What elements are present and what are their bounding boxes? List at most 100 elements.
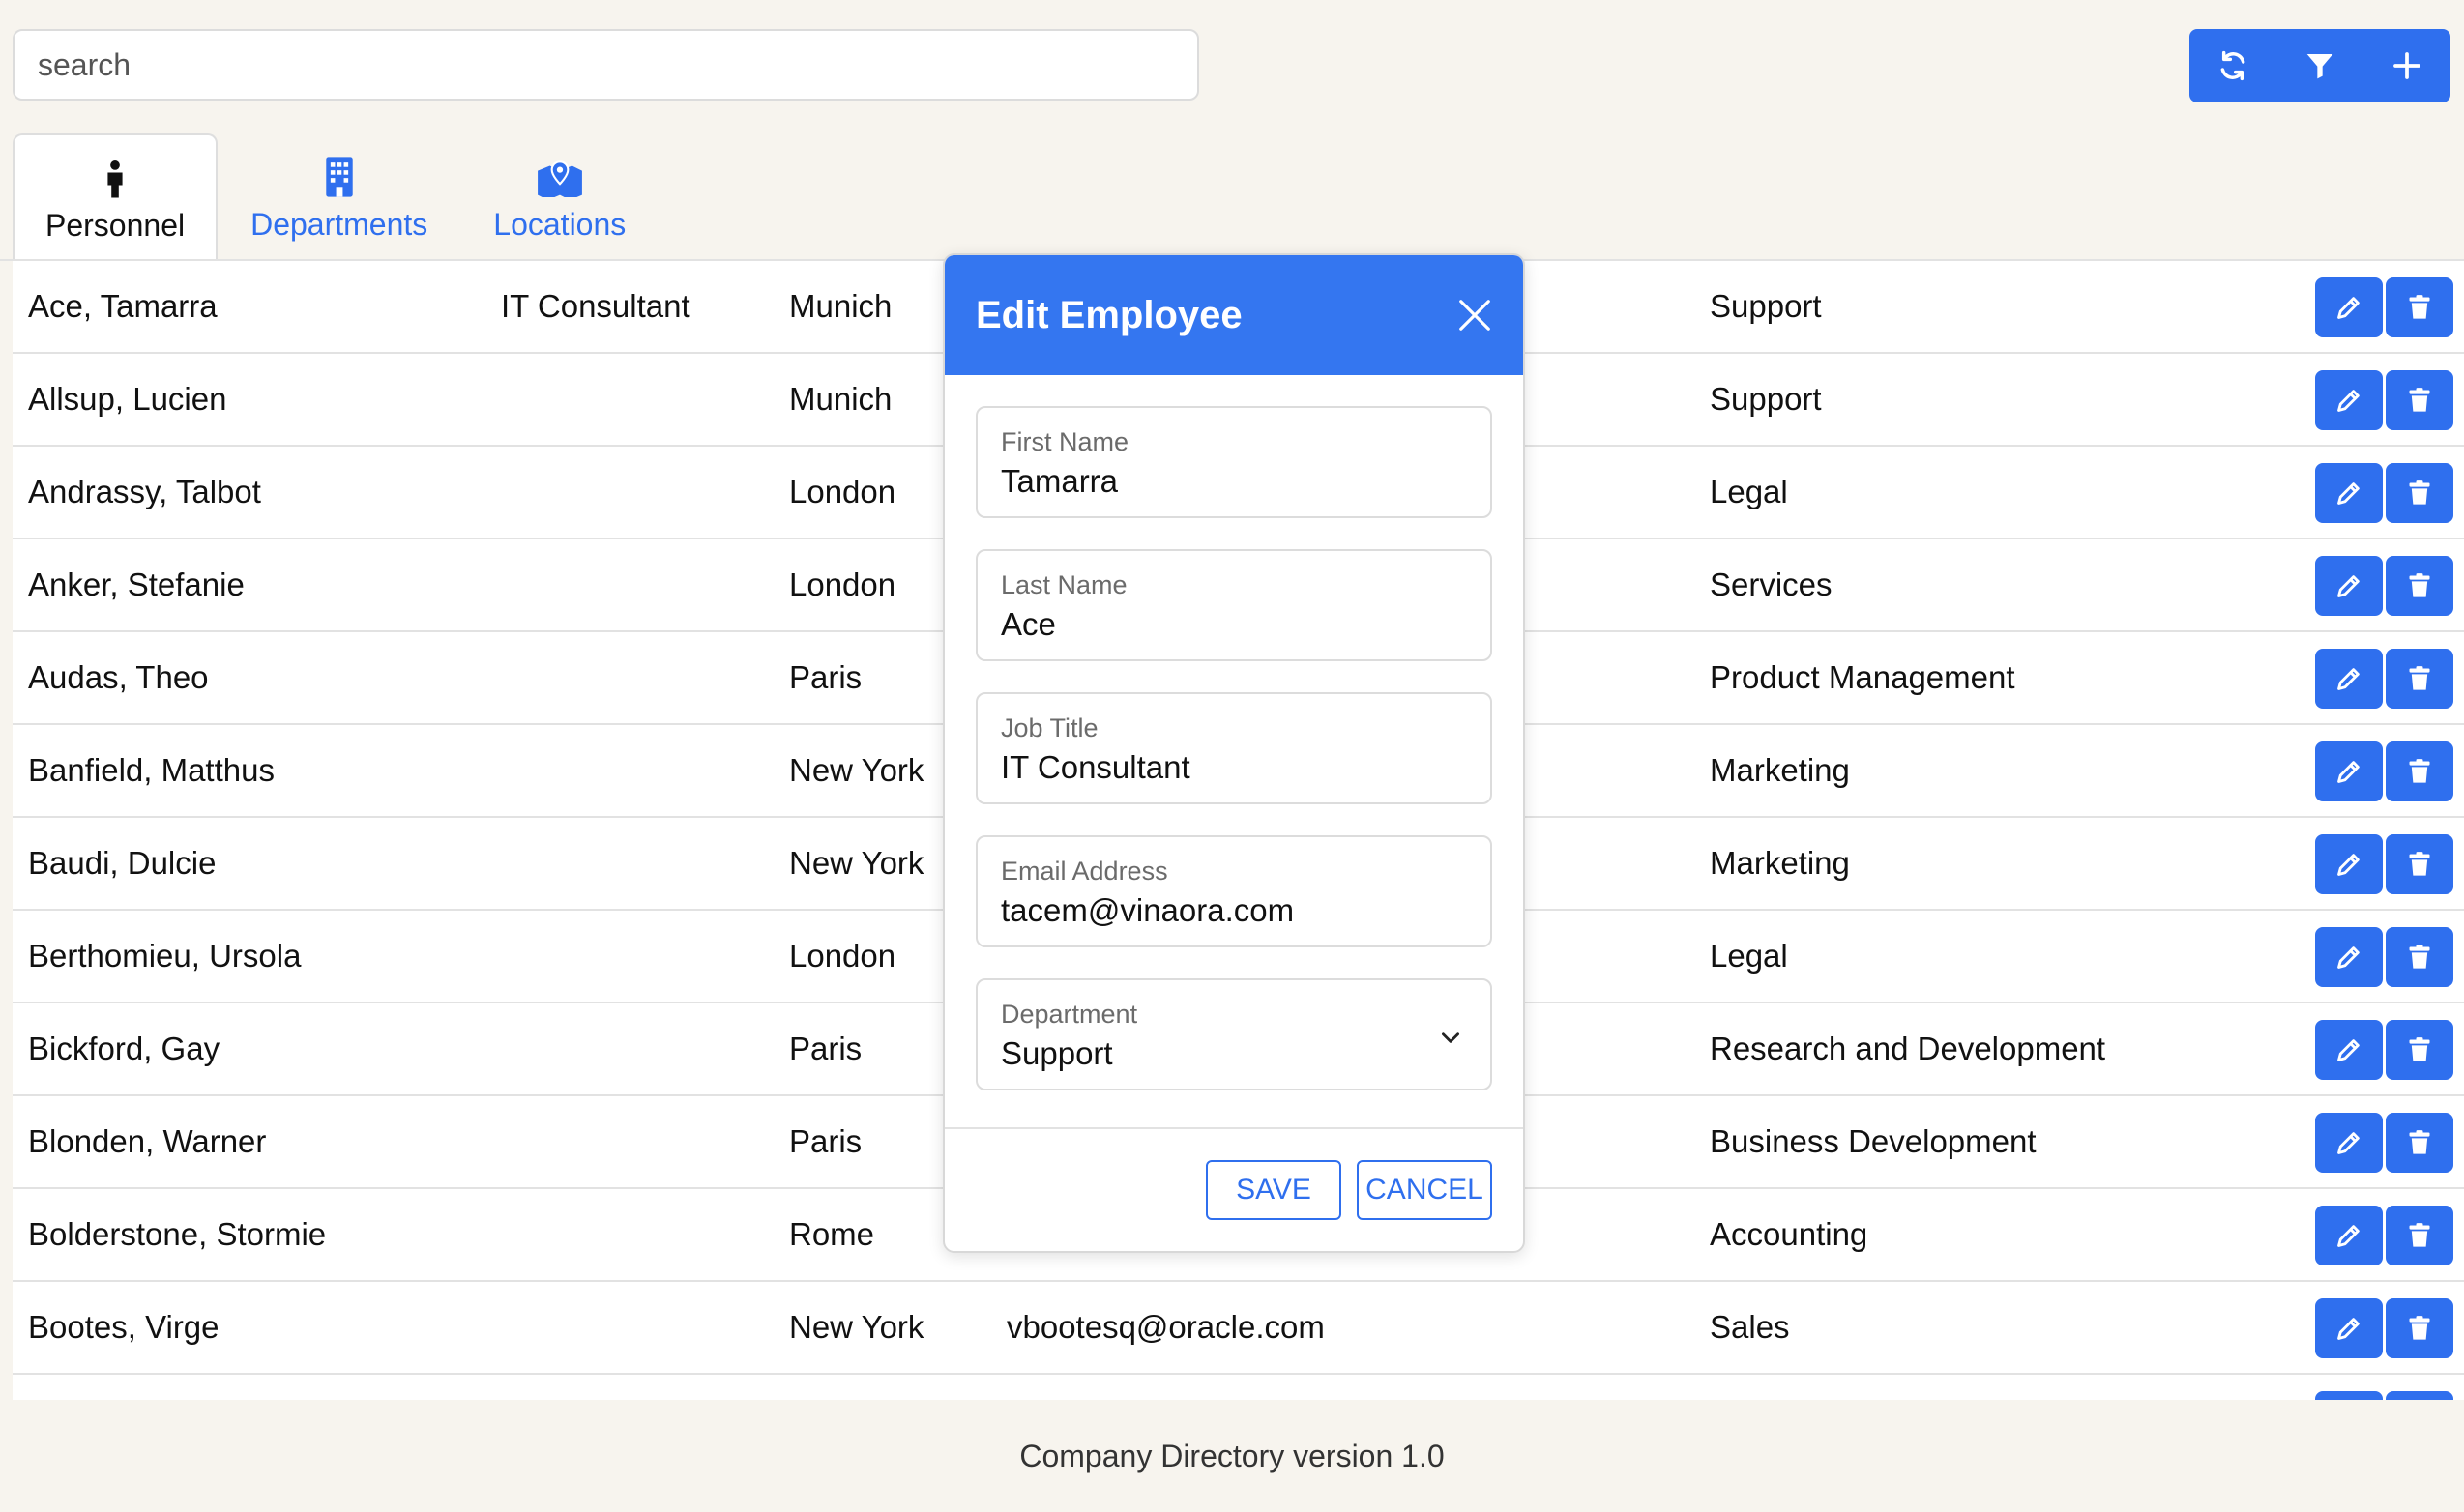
- pencil-icon: [2337, 761, 2360, 783]
- first-name-input[interactable]: [1001, 463, 1467, 500]
- delete-button[interactable]: [2386, 834, 2453, 894]
- close-button[interactable]: [1453, 294, 1496, 336]
- email-input[interactable]: [1001, 892, 1467, 929]
- delete-button[interactable]: [2386, 741, 2453, 801]
- cell-department: Accounting: [1710, 1216, 1868, 1252]
- pencil-icon: [2337, 1318, 2360, 1340]
- pencil-icon: [2337, 854, 2360, 876]
- footer: Company Directory version 1.0: [0, 1400, 2464, 1512]
- cell-name: Allsup, Lucien: [28, 381, 227, 417]
- delete-button[interactable]: [2386, 1113, 2453, 1173]
- delete-button[interactable]: [2386, 1020, 2453, 1080]
- plus-icon: [2393, 52, 2420, 79]
- delete-button[interactable]: [2386, 463, 2453, 523]
- edit-button[interactable]: [2315, 1206, 2383, 1265]
- refresh-button[interactable]: [2189, 29, 2276, 102]
- refresh-icon: [2220, 50, 2245, 81]
- cell-job: IT Consultant: [501, 288, 690, 324]
- pencil-icon: [2337, 668, 2360, 690]
- edit-button[interactable]: [2315, 463, 2383, 523]
- edit-button[interactable]: [2315, 1391, 2383, 1400]
- filter-icon: [2306, 54, 2333, 79]
- close-icon: [1459, 300, 1490, 331]
- tab-personnel[interactable]: Personnel: [13, 133, 219, 261]
- row-actions: [2315, 556, 2453, 616]
- edit-button[interactable]: [2315, 927, 2383, 987]
- last-name-field: Last Name: [976, 549, 1492, 661]
- modal-footer: SAVE CANCEL: [945, 1127, 1523, 1249]
- edit-button[interactable]: [2315, 649, 2383, 709]
- cell-location: Munich: [789, 381, 893, 417]
- cell-email: vbootesq@oracle.com: [1007, 1309, 1325, 1345]
- pencil-icon: [2337, 297, 2360, 319]
- delete-button[interactable]: [2386, 277, 2453, 337]
- pencil-icon: [2337, 482, 2360, 505]
- delete-button[interactable]: [2386, 1391, 2453, 1400]
- last-name-input[interactable]: [1001, 606, 1467, 643]
- cell-department: Legal: [1710, 474, 1788, 509]
- delete-button[interactable]: [2386, 1206, 2453, 1265]
- tab-label: Locations: [493, 206, 627, 242]
- cell-department: Legal: [1710, 938, 1788, 974]
- cell-name: Andrassy, Talbot: [28, 474, 261, 509]
- cell-department: Business Development: [1710, 1123, 2037, 1159]
- row-actions: [2315, 834, 2453, 894]
- department-value: Support: [1001, 1035, 1113, 1071]
- delete-button[interactable]: [2386, 556, 2453, 616]
- cell-name: Bickford, Gay: [28, 1031, 220, 1066]
- cell-department: Support: [1710, 381, 1822, 417]
- trash-icon: [2409, 573, 2430, 597]
- edit-button[interactable]: [2315, 556, 2383, 616]
- building-icon: [324, 153, 355, 197]
- row-actions: [2315, 1391, 2453, 1400]
- edit-button[interactable]: [2315, 1298, 2383, 1358]
- tab-bar: Personnel Departments Locations: [13, 133, 659, 261]
- edit-button[interactable]: [2315, 1020, 2383, 1080]
- cell-location: Paris: [789, 1123, 863, 1159]
- delete-button[interactable]: [2386, 1298, 2453, 1358]
- modal-title: Edit Employee: [976, 293, 1243, 336]
- cell-department: Sales: [1710, 1309, 1790, 1345]
- modal-header: Edit Employee: [945, 255, 1523, 375]
- edit-button[interactable]: [2315, 370, 2383, 430]
- edit-button[interactable]: [2315, 741, 2383, 801]
- cell-location: New York: [789, 845, 924, 881]
- delete-button[interactable]: [2386, 649, 2453, 709]
- cancel-button[interactable]: CANCEL: [1357, 1160, 1492, 1220]
- cell-location: London: [789, 567, 896, 602]
- delete-button[interactable]: [2386, 370, 2453, 430]
- pencil-icon: [2337, 390, 2360, 412]
- edit-button[interactable]: [2315, 277, 2383, 337]
- job-title-field: Job Title: [976, 692, 1492, 804]
- row-actions: [2315, 1206, 2453, 1265]
- field-label: Job Title: [1001, 713, 1099, 742]
- tab-departments[interactable]: Departments: [218, 133, 460, 261]
- table-row: Bootes, Virge New York vbootesq@oracle.com…: [13, 1282, 2464, 1375]
- chevron-down-icon: [1442, 1032, 1459, 1043]
- department-select[interactable]: Department Support: [976, 978, 1492, 1090]
- save-button[interactable]: SAVE: [1206, 1160, 1341, 1220]
- edit-button[interactable]: [2315, 834, 2383, 894]
- filter-button[interactable]: [2276, 29, 2363, 102]
- edit-button[interactable]: [2315, 1113, 2383, 1173]
- table-row: [13, 1375, 2464, 1400]
- pencil-icon: [2337, 1039, 2360, 1061]
- edit-employee-modal: Edit Employee First Name Last Name Job T…: [943, 253, 1525, 1253]
- search-input[interactable]: [13, 29, 1199, 101]
- trash-icon: [2409, 1037, 2430, 1061]
- trash-icon: [2409, 759, 2430, 783]
- pencil-icon: [2337, 1132, 2360, 1154]
- cell-name: Baudi, Dulcie: [28, 845, 217, 881]
- cell-location: London: [789, 938, 896, 974]
- tab-locations[interactable]: Locations: [460, 133, 659, 261]
- add-button[interactable]: [2363, 29, 2450, 102]
- trash-icon: [2409, 852, 2430, 876]
- delete-button[interactable]: [2386, 927, 2453, 987]
- job-title-input[interactable]: [1001, 749, 1467, 786]
- cell-name: Audas, Theo: [28, 659, 209, 695]
- trash-icon: [2409, 1223, 2430, 1247]
- row-actions: [2315, 370, 2453, 430]
- modal-body: First Name Last Name Job Title Email Add…: [945, 375, 1523, 1090]
- trash-icon: [2409, 480, 2430, 505]
- cell-name: Blonden, Warner: [28, 1123, 267, 1159]
